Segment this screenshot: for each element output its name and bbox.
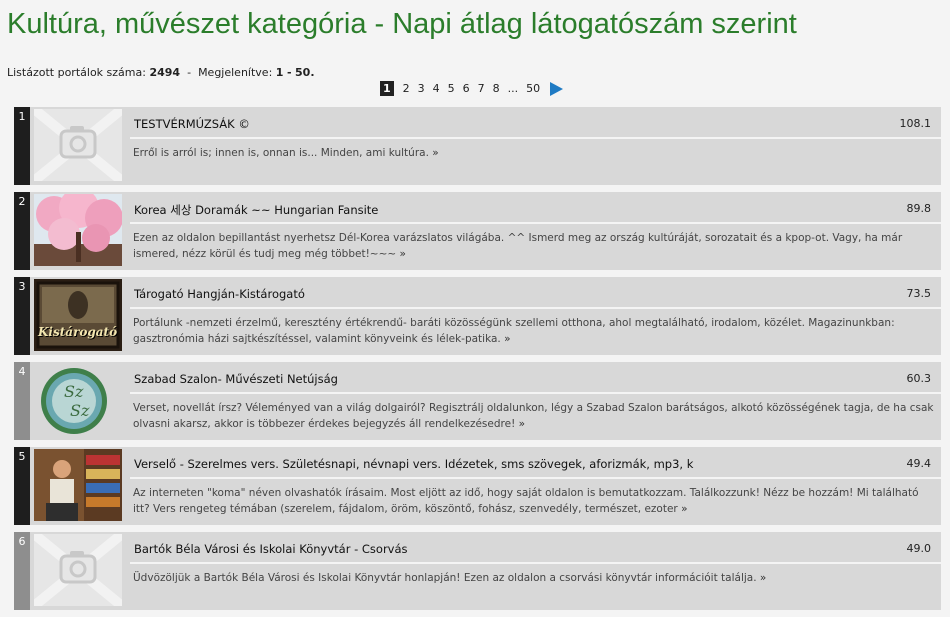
portal-name[interactable]: Korea 세상 Doramák ~~ Hungarian Fansite xyxy=(134,202,881,218)
visitor-score: 49.4 xyxy=(906,457,932,470)
page-link[interactable]: 5 xyxy=(444,82,459,95)
portal-description: Erről is arról is; innen is, onnan is...… xyxy=(133,145,935,161)
portal-name[interactable]: Tárogató Hangján-Kistárogató xyxy=(134,287,881,301)
thumbnail-caption: Kistárogató xyxy=(38,325,118,339)
rank-badge: 3 xyxy=(14,277,30,355)
cherry-blossom-thumbnail[interactable] xyxy=(34,194,122,266)
placeholder-photo-icon[interactable] xyxy=(34,109,122,181)
more-link[interactable]: » xyxy=(681,503,687,515)
kistarogato-thumbnail[interactable]: Kistárogató xyxy=(34,279,122,351)
page-last[interactable]: 50 xyxy=(522,82,544,95)
page-title: Kultúra, művészet kategória - Napi átlag… xyxy=(7,8,797,40)
summary-dash: - xyxy=(187,66,192,79)
shown-to: 50. xyxy=(295,66,315,79)
visitor-score: 60.3 xyxy=(906,372,932,385)
page-link[interactable]: 8 xyxy=(489,82,504,95)
more-link[interactable]: » xyxy=(400,248,406,260)
rank-badge: 1 xyxy=(14,107,30,185)
pagination: 1 2 3 4 5 6 7 8 ... 50 xyxy=(380,81,564,96)
description-text: Ezen az oldalon bepillantást nyerhetsz D… xyxy=(133,232,903,260)
divider xyxy=(130,477,941,479)
description-text: Verset, novellát írsz? Véleményed van a … xyxy=(133,402,934,430)
list-item[interactable]: 1 TESTVÉRMÚZSÁK © 108.1 Erről is arról i… xyxy=(14,107,941,185)
description-text: Az interneten "koma" néven olvashatók ír… xyxy=(133,487,919,515)
rank-badge: 4 xyxy=(14,362,30,440)
list-item[interactable]: 4 Sz Sz Szabad Szalon- Művészeti Netújsá… xyxy=(14,362,941,440)
portal-name[interactable]: TESTVÉRMÚZSÁK © xyxy=(134,117,881,131)
description-text: Üdvözöljük a Bartók Béla Városi és Iskol… xyxy=(133,572,757,584)
more-link[interactable]: » xyxy=(504,333,510,345)
visitor-score: 89.8 xyxy=(906,202,932,215)
portal-description: Verset, novellát írsz? Véleményed van a … xyxy=(133,400,935,432)
list-item[interactable]: 6 Bartók Béla Városi és Iskolai Könyvtár… xyxy=(14,532,941,610)
page-link[interactable]: 4 xyxy=(429,82,444,95)
portal-list: 1 TESTVÉRMÚZSÁK © 108.1 Erről is arról i… xyxy=(14,107,941,617)
more-link[interactable]: » xyxy=(760,572,766,584)
shown-label: Megjelenítve: xyxy=(198,66,273,79)
list-item[interactable]: 2 Korea 세상 Doramák ~~ Hungarian Fansite … xyxy=(14,192,941,270)
shown-sep: - xyxy=(286,66,292,79)
next-arrow-icon[interactable] xyxy=(550,81,564,96)
description-text: Portálunk -nemzeti érzelmű, keresztény é… xyxy=(133,317,895,345)
page-current[interactable]: 1 xyxy=(380,81,394,96)
page-ellipsis: ... xyxy=(507,82,519,95)
listed-count: 2494 xyxy=(149,66,181,79)
portal-description: Üdvözöljük a Bartók Béla Városi és Iskol… xyxy=(133,570,935,586)
shown-from: 1 xyxy=(275,66,284,79)
page-link[interactable]: 2 xyxy=(399,82,414,95)
rank-badge: 6 xyxy=(14,532,30,610)
divider xyxy=(130,392,941,394)
portal-description: Portálunk -nemzeti érzelmű, keresztény é… xyxy=(133,315,935,347)
page-link[interactable]: 3 xyxy=(414,82,429,95)
list-item[interactable]: 5 Verselő - Szerelmes vers. Születésnapi… xyxy=(14,447,941,525)
divider xyxy=(130,562,941,564)
visitor-score: 73.5 xyxy=(906,287,932,300)
portal-description: Az interneten "koma" néven olvashatók ír… xyxy=(133,485,935,517)
portal-name[interactable]: Szabad Szalon- Művészeti Netújság xyxy=(134,372,881,386)
list-item[interactable]: 3 Kistárogató Tárogató Hangján-Kistároga… xyxy=(14,277,941,355)
rank-badge: 2 xyxy=(14,192,30,270)
visitor-score: 49.0 xyxy=(906,542,932,555)
person-bookshelf-thumbnail[interactable] xyxy=(34,449,122,521)
divider xyxy=(130,222,941,224)
rank-badge: 5 xyxy=(14,447,30,525)
portal-description: Ezen az oldalon bepillantást nyerhetsz D… xyxy=(133,230,935,262)
listed-label: Listázott portálok száma: xyxy=(7,66,146,79)
svg-text:Sz: Sz xyxy=(64,382,84,401)
listing-summary: Listázott portálok száma: 2494 - Megjele… xyxy=(7,66,315,79)
placeholder-photo-icon[interactable] xyxy=(34,534,122,606)
svg-text:Sz: Sz xyxy=(70,401,90,420)
visitor-score: 108.1 xyxy=(899,117,932,130)
portal-name[interactable]: Verselő - Szerelmes vers. Születésnapi, … xyxy=(134,457,881,471)
sz-sz-logo[interactable]: Sz Sz xyxy=(34,364,122,436)
divider xyxy=(130,307,941,309)
description-text: Erről is arról is; innen is, onnan is...… xyxy=(133,147,429,159)
more-link[interactable]: » xyxy=(519,418,525,430)
divider xyxy=(130,137,941,139)
portal-name[interactable]: Bartók Béla Városi és Iskolai Könyvtár -… xyxy=(134,542,881,556)
more-link[interactable]: » xyxy=(432,147,438,159)
page-link[interactable]: 6 xyxy=(459,82,474,95)
page-link[interactable]: 7 xyxy=(474,82,489,95)
